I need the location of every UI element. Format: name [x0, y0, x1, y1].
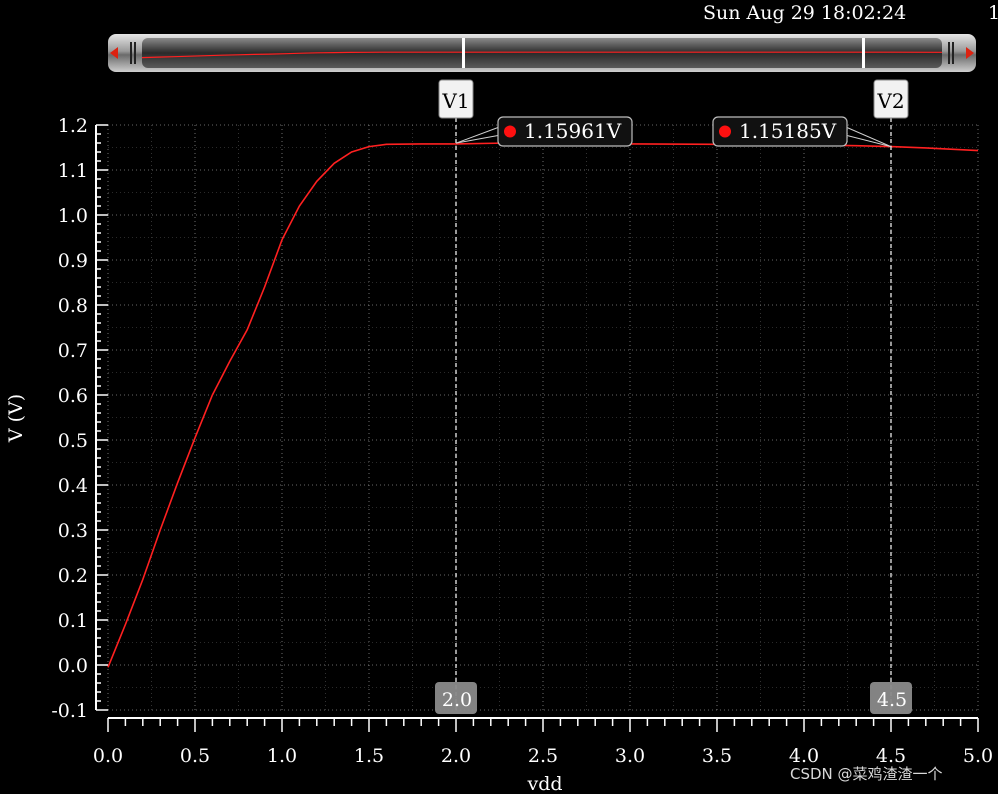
y-tick-label: 0.9: [58, 250, 88, 272]
x-tick-label: 2.5: [528, 745, 558, 767]
marker-x-value: 2.0: [442, 689, 472, 711]
x-tick-label: 1.0: [267, 745, 297, 767]
annotation-leader: [455, 127, 499, 144]
annotation-leader: [455, 135, 499, 144]
annotation-dot-icon: [719, 125, 731, 138]
y-tick-label: 1.1: [58, 160, 88, 182]
y-tick-label: 0.6: [58, 385, 88, 407]
y-tick-label: 0.2: [58, 565, 88, 587]
y-tick-label: -0.1: [51, 700, 88, 722]
y-tick-label: 1.2: [58, 115, 88, 137]
y-tick-label: 0.1: [58, 610, 88, 632]
annotation-dot-icon: [504, 125, 516, 138]
x-axis-label: vdd: [526, 773, 562, 794]
annotation-value: 1.15961V: [524, 119, 622, 143]
marker-x-value: 4.5: [877, 689, 907, 711]
y-tick-label: 0.8: [58, 295, 88, 317]
y-tick-label: 0.0: [58, 655, 88, 677]
y-tick-label: 0.3: [58, 520, 88, 542]
x-tick-label: 3.5: [702, 745, 732, 767]
watermark: CSDN @菜鸡渣渣一个: [790, 765, 943, 783]
x-tick-label: 1.5: [354, 745, 384, 767]
y-tick-label: 0.4: [58, 475, 88, 497]
y-tick-label: 0.7: [58, 340, 88, 362]
marker-tag-label: V2: [876, 89, 904, 113]
x-tick-label: 3.0: [615, 745, 645, 767]
x-tick-label: 0.0: [93, 745, 123, 767]
x-tick-label: 2.0: [441, 745, 471, 767]
annotation-value: 1.15185V: [739, 119, 837, 143]
x-tick-label: 5.0: [963, 745, 993, 767]
marker-tag-label: V1: [441, 89, 469, 113]
y-tick-label: 0.5: [58, 430, 88, 452]
y-axis-label: V (V): [5, 394, 27, 443]
waveform-chart[interactable]: -0.1 0.0 0.1 0.2 0.3 0.4 0.5 0.6 0.7 0.8 0.9 1.0 1.1…: [0, 0, 998, 794]
x-tick-label: 0.5: [180, 745, 210, 767]
y-tick-label: 1.0: [58, 205, 88, 227]
